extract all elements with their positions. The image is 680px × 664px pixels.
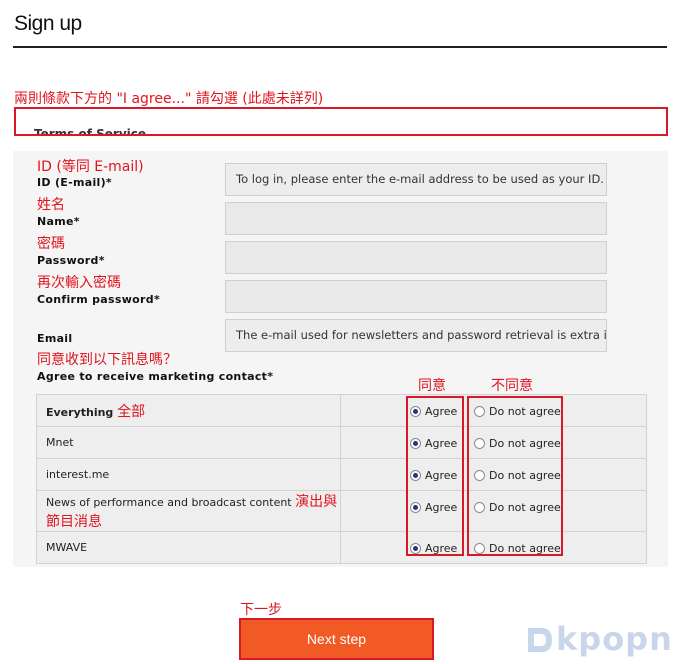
annotation-disagree-column: 不同意 — [491, 378, 533, 394]
id-email-input[interactable]: To log in, please enter the e-mail addre… — [225, 163, 607, 196]
consent-row-label: interest.me — [36, 458, 341, 491]
next-step-button[interactable]: Next step — [239, 618, 434, 660]
annotation-marketing: 同意收到以下訊息嗎？ — [37, 352, 177, 368]
annotation-next: 下一步 — [240, 602, 282, 618]
page-title: Sign up — [14, 12, 82, 35]
consent-row-label: MWAVE — [36, 531, 341, 564]
disagree-column-highlight — [467, 396, 563, 556]
id-label: ID (E-mail)* — [37, 176, 112, 189]
title-divider — [13, 46, 667, 48]
consent-row-label: Mnet — [36, 426, 341, 459]
watermark-text: kpopn — [556, 620, 673, 658]
annotation-terms: 兩則條款下方的 "I agree..." 請勾選 (此處未詳列) — [14, 91, 324, 107]
name-input[interactable] — [225, 202, 607, 235]
annotation-id: ID (等同 E-mail) — [37, 159, 144, 175]
confirm-password-input[interactable] — [225, 280, 607, 313]
annotation-name: 姓名 — [37, 197, 65, 213]
annotation-everything: 全部 — [117, 403, 146, 420]
agree-column-highlight — [406, 396, 464, 556]
email-label: Email — [37, 332, 73, 345]
confirm-password-label: Confirm password* — [37, 293, 160, 306]
terms-of-service-box[interactable]: Terms of Service — [14, 107, 668, 136]
password-label: Password* — [37, 254, 105, 267]
annotation-agree-column: 同意 — [418, 378, 446, 394]
terms-heading: Terms of Service — [34, 127, 147, 136]
annotation-confirm: 再次輸入密碼 — [37, 275, 121, 291]
password-input[interactable] — [225, 241, 607, 274]
marketing-label: Agree to receive marketing contact* — [37, 370, 274, 383]
name-label: Name* — [37, 215, 80, 228]
consent-row-label: Everything 全部 — [36, 394, 341, 427]
consent-row-label: News of performance and broadcast conten… — [36, 490, 341, 532]
annotation-password: 密碼 — [37, 236, 65, 252]
email-input[interactable]: The e-mail used for newsletters and pass… — [225, 319, 607, 352]
kpopn-logo-icon — [528, 628, 552, 652]
